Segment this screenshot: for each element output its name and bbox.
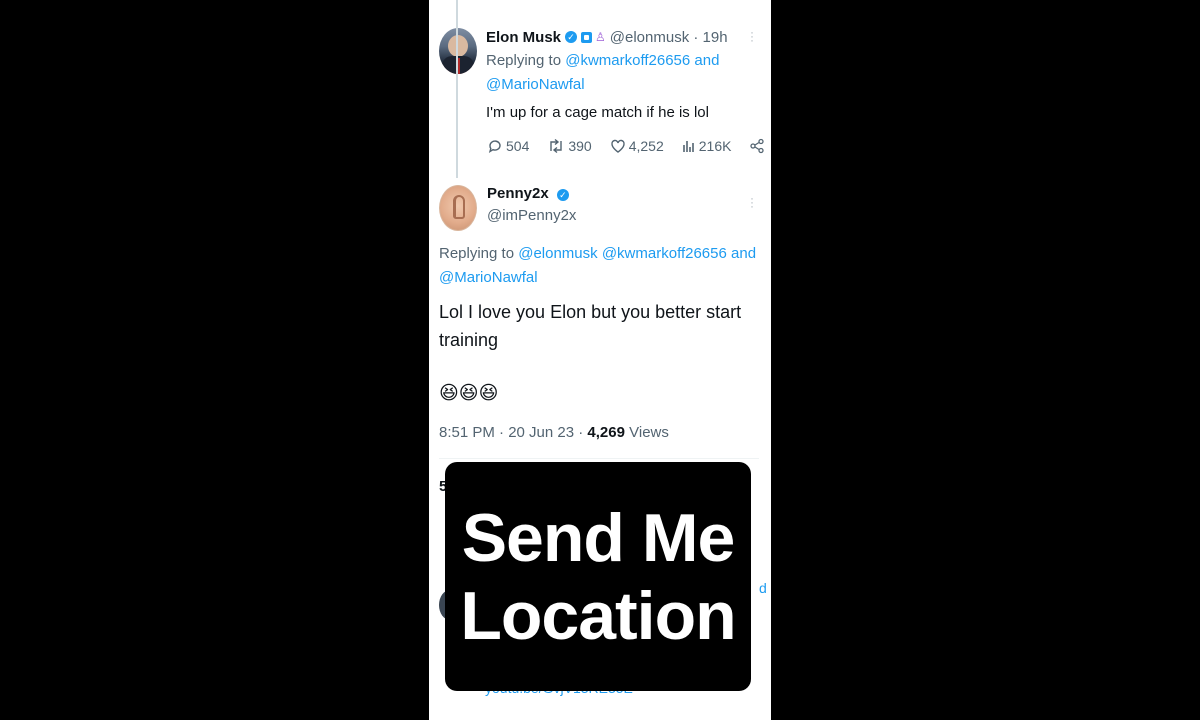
tweet-text-line: training [439, 330, 499, 350]
reply-tweet[interactable]: Elon Musk ✓ ♙ @elonmusk · 19h · · · Replyi… [429, 0, 771, 180]
mention-link[interactable]: @MarioNawfal [439, 269, 538, 286]
author-row: Penny2x ✓ [487, 185, 569, 202]
author-row: Elon Musk ✓ ♙ @elonmusk · 19h [486, 26, 728, 48]
emoji-row: 😆😆😆 [439, 383, 499, 404]
person-badge-icon: ♙ [595, 30, 606, 44]
verified-badge-icon: ✓ [565, 31, 578, 43]
verified-badge-icon: ✓ [556, 189, 569, 201]
divider [439, 458, 759, 459]
caption-overlay: Send Me Location [445, 462, 751, 691]
square-badge-icon [581, 31, 593, 43]
views-button[interactable]: 216K [682, 138, 732, 154]
obscured-fragment: d [759, 580, 767, 596]
retweet-icon [550, 138, 563, 154]
views-count: 216K [698, 138, 732, 154]
caption-line: Send Me [461, 499, 736, 576]
replying-to: Replying to @kwmarkoff26656 and @MarioNa… [486, 52, 720, 93]
more-options-icon[interactable]: · · · [749, 26, 755, 46]
tweet-text-line: Lol I love you Elon but you better start [439, 302, 742, 322]
analytics-icon [682, 141, 694, 152]
reply-button[interactable]: 504 [487, 138, 529, 154]
views-count: 4,269 [587, 424, 625, 441]
author-handle[interactable]: @imPenny2x [487, 207, 576, 224]
handle-time[interactable]: @elonmusk · 19h [610, 29, 728, 46]
mention-link[interactable]: @elonmusk [518, 245, 597, 262]
more-options-icon[interactable]: · · · [749, 192, 755, 212]
heart-icon [611, 139, 625, 153]
tweet-actions: 504 390 4,252 216K [487, 136, 771, 156]
mention-link[interactable]: @kwmarkoff26656 [602, 245, 727, 262]
views-label: Views [624, 424, 669, 441]
avatar[interactable] [439, 185, 477, 231]
thread-line [456, 0, 458, 178]
avatar[interactable] [439, 28, 477, 74]
replying-to: Replying to @elonmusk @kwmarkoff26656 an… [439, 245, 757, 286]
tweet-text: I'm up for a cage match if he is lol [486, 104, 709, 121]
timestamp[interactable]: 8:51 PM · 20 Jun 23 · [439, 424, 587, 441]
author-name[interactable]: Penny2x [487, 185, 549, 202]
tweet-meta: 8:51 PM · 20 Jun 23 · 4,269 Views [439, 424, 669, 441]
retweet-count: 390 [568, 138, 592, 154]
share-icon [750, 138, 765, 154]
retweet-button[interactable]: 390 [547, 138, 592, 154]
caption-line: Location [460, 577, 736, 654]
like-button[interactable]: 4,252 [610, 138, 664, 154]
mention-link[interactable]: @MarioNawfal [486, 76, 585, 93]
share-button[interactable] [749, 138, 768, 154]
reply-count: 504 [506, 138, 530, 154]
reply-icon [488, 140, 501, 153]
author-name[interactable]: Elon Musk [486, 29, 561, 46]
like-count: 4,252 [628, 138, 664, 154]
mention-link[interactable]: @kwmarkoff26656 [565, 52, 690, 69]
